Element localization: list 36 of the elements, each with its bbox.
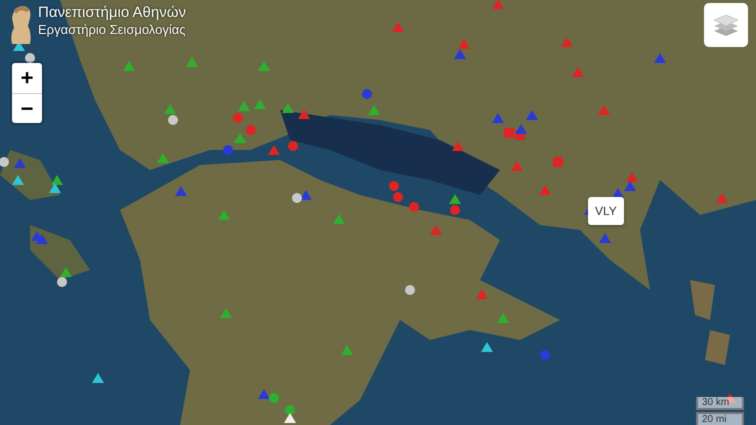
station-dot-icon[interactable]: [233, 113, 243, 123]
station-dot-icon[interactable]: [389, 181, 399, 191]
station-dot-icon[interactable]: [393, 192, 403, 202]
station-dot-icon[interactable]: [269, 393, 279, 403]
station-square-icon[interactable]: [553, 157, 563, 167]
station-triangle-icon[interactable]: [300, 190, 312, 200]
station-dot-icon[interactable]: [285, 405, 295, 415]
scale-imperial: 20 mi: [696, 412, 744, 425]
station-triangle-icon[interactable]: [92, 373, 104, 383]
station-tooltip: VLY: [588, 197, 624, 225]
station-triangle-icon[interactable]: [13, 41, 25, 51]
station-dot-icon[interactable]: [362, 89, 372, 99]
satellite-map-drawing[interactable]: [0, 0, 756, 425]
zoom-out-button[interactable]: −: [12, 93, 42, 123]
station-dot-icon[interactable]: [405, 285, 415, 295]
station-triangle-icon[interactable]: [51, 175, 63, 185]
station-dot-icon[interactable]: [288, 141, 298, 151]
station-dot-icon[interactable]: [57, 277, 67, 287]
scale-metric: 30 km: [696, 397, 744, 410]
layers-button[interactable]: [704, 3, 748, 47]
station-dot-icon[interactable]: [540, 350, 550, 360]
station-triangle-icon[interactable]: [481, 342, 493, 352]
university-title: Πανεπιστήμιο Αθηνών: [38, 4, 186, 22]
layers-icon: [713, 12, 739, 38]
station-dot-icon[interactable]: [168, 115, 178, 125]
station-dot-icon[interactable]: [246, 125, 256, 135]
station-dot-icon[interactable]: [223, 145, 233, 155]
zoom-in-button[interactable]: +: [12, 63, 42, 93]
station-triangle-icon[interactable]: [284, 413, 296, 423]
station-square-icon[interactable]: [504, 128, 514, 138]
station-dot-icon[interactable]: [25, 53, 35, 63]
station-dot-icon[interactable]: [450, 205, 460, 215]
station-dot-icon[interactable]: [409, 202, 419, 212]
station-dot-icon[interactable]: [292, 193, 302, 203]
lab-subtitle: Εργαστήριο Σεισμολογίας: [38, 22, 186, 38]
station-triangle-icon[interactable]: [49, 183, 61, 193]
